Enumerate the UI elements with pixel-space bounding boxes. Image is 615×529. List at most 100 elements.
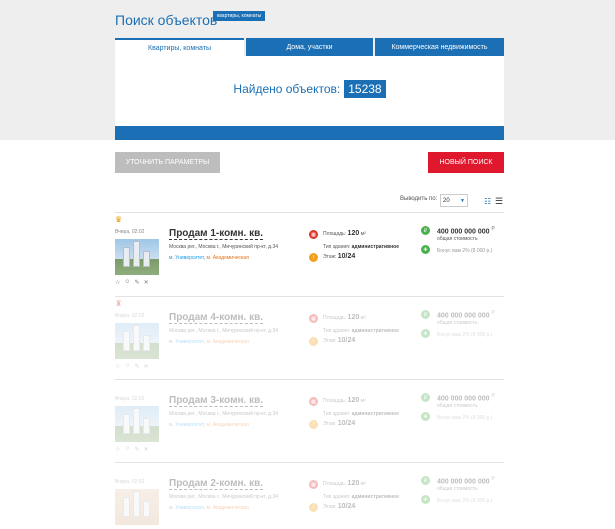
listing-date: Вчера, 02:02 — [115, 229, 145, 235]
listing-title[interactable]: Продам 3-комн. кв. — [169, 395, 264, 407]
page-title: Поиск объектов — [115, 12, 218, 28]
floor-icon: ! — [309, 253, 318, 262]
listing-date: Вчера, 02:02 — [115, 396, 145, 402]
price-note: общая стоимость — [437, 403, 478, 409]
listing-date: Вчера, 02:02 — [115, 313, 145, 319]
listing-title[interactable]: Продам 4-комн. кв. — [169, 312, 264, 324]
per-page-select[interactable]: 20 ▼ — [440, 194, 468, 207]
price-note: общая стоимость — [437, 320, 478, 326]
metro-station[interactable]: м. Университет, — [169, 255, 205, 261]
building-spec: Тип здания: административное — [323, 411, 399, 417]
compare-icon[interactable]: ☺ — [124, 279, 130, 286]
area-spec: Площадь: 120 м² — [323, 230, 366, 237]
area-spec: Площадь: 120 м² — [323, 397, 366, 404]
building-spec: Тип здания: административное — [323, 494, 399, 500]
listing-title[interactable]: Продам 2-комн. кв. — [169, 478, 264, 490]
area-icon: ▦ — [309, 230, 318, 239]
listing-item[interactable]: Вчера, 02:02 ☆ ☺ ✎ ✕ Продам 3-комн. кв. … — [0, 382, 615, 466]
listing-metro: м. Университет, м. Академическая — [169, 339, 249, 345]
floor-icon: ! — [309, 503, 318, 512]
bookmark-icon: ♜ — [115, 299, 123, 308]
category-tag: квартиры, комнаты — [213, 11, 266, 21]
bonus-text: Бонус вам 2% (8 000 р.) — [437, 415, 493, 421]
listing-address: Москва рег., Москва г., Мичуринский пр-к… — [169, 244, 279, 250]
favorite-icon[interactable]: ☆ — [115, 446, 120, 453]
floor-spec: Этаж: 10/24 — [323, 420, 356, 427]
listing-photo[interactable] — [115, 323, 159, 359]
gift-icon: ✚ — [421, 495, 430, 504]
compare-icon[interactable]: ☺ — [124, 363, 130, 370]
favorite-icon[interactable]: ☆ — [115, 363, 120, 370]
area-spec: Площадь: 120 м² — [323, 480, 366, 487]
divider — [115, 462, 504, 463]
found-label: Найдено объектов: — [233, 82, 341, 96]
listing-photo[interactable] — [115, 239, 159, 275]
edit-icon[interactable]: ✎ — [135, 279, 140, 286]
gift-icon: ✚ — [421, 329, 430, 338]
metro-station[interactable]: м. Академическая — [207, 505, 249, 511]
floor-spec: Этаж: 10/24 — [323, 337, 356, 344]
edit-icon[interactable]: ✎ — [135, 446, 140, 453]
floor-icon: ! — [309, 337, 318, 346]
floor-icon: ! — [309, 420, 318, 429]
listing-item[interactable]: ♜ Вчера, 02:02 ☆ ☺ ✎ ✕ Продам 4-комн. кв… — [0, 299, 615, 383]
metro-station[interactable]: м. Академическая — [207, 255, 249, 261]
listing-photo[interactable] — [115, 406, 159, 442]
metro-station[interactable]: м. Университет, — [169, 339, 205, 345]
refine-params-button[interactable]: УТОЧНИТЬ ПАРАМЕТРЫ — [115, 152, 220, 173]
panel-bottom-bar — [115, 126, 504, 140]
listing-date: Вчера, 02:02 — [115, 479, 145, 485]
delete-icon[interactable]: ✕ — [144, 446, 149, 453]
edit-icon[interactable]: ✎ — [135, 363, 140, 370]
tab-commercial[interactable]: Коммерческая недвижимость — [375, 38, 504, 56]
metro-station[interactable]: м. Университет, — [169, 422, 205, 428]
divider — [115, 296, 504, 297]
gift-icon: ✚ — [421, 412, 430, 421]
listing-photo[interactable] — [115, 489, 159, 525]
crown-icon: ♛ — [115, 215, 123, 224]
metro-station[interactable]: м. Академическая — [207, 422, 249, 428]
favorite-icon[interactable]: ☆ — [115, 279, 120, 286]
listing-title[interactable]: Продам 1-комн. кв. — [169, 228, 264, 240]
bonus-text: Бонус вам 2% (8 000 р.) — [437, 498, 493, 504]
metro-station[interactable]: м. Академическая — [207, 339, 249, 345]
area-spec: Площадь: 120 м² — [323, 314, 366, 321]
category-tabs: Квартиры, комнаты Дома, участки Коммерче… — [115, 38, 504, 56]
listing-actions: ☆ ☺ ✎ ✕ — [115, 279, 149, 286]
delete-icon[interactable]: ✕ — [144, 279, 149, 286]
bonus-text: Бонус вам 2% (8 000 р.) — [437, 248, 493, 254]
listing-metro: м. Университет, м. Академическая — [169, 422, 249, 428]
chevron-down-icon: ▼ — [460, 197, 465, 204]
listing-price: 400 000 000 000 Р — [437, 393, 495, 403]
listing-actions: ☆ ☺ ✎ ✕ — [115, 446, 149, 453]
price-icon: ₽ — [421, 226, 430, 235]
listing-price: 400 000 000 000 Р — [437, 310, 495, 320]
listing-item[interactable]: ♛ Вчера, 02:02 ☆ ☺ ✎ ✕ Продам 1-комн. кв… — [0, 215, 615, 299]
grid-view-icon[interactable]: ☷ — [484, 197, 491, 206]
tab-houses[interactable]: Дома, участки — [246, 38, 373, 56]
listing-address: Москва рег., Москва г., Мичуринский пр-к… — [169, 411, 279, 417]
area-icon: ▦ — [309, 480, 318, 489]
listing-item[interactable]: Вчера, 02:02 Продам 2-комн. кв. Москва р… — [0, 465, 615, 529]
building-spec: Тип здания: административное — [323, 328, 399, 334]
compare-icon[interactable]: ☺ — [124, 446, 130, 453]
tab-apartments[interactable]: Квартиры, комнаты — [115, 38, 244, 56]
per-page-label: Выводить по: — [400, 196, 438, 202]
listing-address: Москва рег., Москва г., Мичуринский пр-к… — [169, 494, 279, 500]
metro-station[interactable]: м. Университет, — [169, 505, 205, 511]
new-search-button[interactable]: НОВЫЙ ПОИСК — [428, 152, 504, 173]
found-count: 15238 — [344, 80, 386, 98]
area-icon: ▦ — [309, 397, 318, 406]
building-spec: Тип здания: административное — [323, 244, 399, 250]
delete-icon[interactable]: ✕ — [144, 363, 149, 370]
floor-spec: Этаж: 10/24 — [323, 503, 356, 510]
listing-price: 400 000 000 000 Р — [437, 476, 495, 486]
found-summary: Найдено объектов: 15238 — [115, 80, 504, 98]
listing-actions: ☆ ☺ ✎ ✕ — [115, 363, 149, 370]
list-view-icon[interactable]: ☰ — [495, 196, 503, 207]
listing-metro: м. Университет, м. Академическая — [169, 505, 249, 511]
price-icon: ₽ — [421, 476, 430, 485]
listing-price: 400 000 000 000 Р — [437, 226, 495, 236]
price-icon: ₽ — [421, 310, 430, 319]
floor-spec: Этаж: 10/24 — [323, 253, 356, 260]
